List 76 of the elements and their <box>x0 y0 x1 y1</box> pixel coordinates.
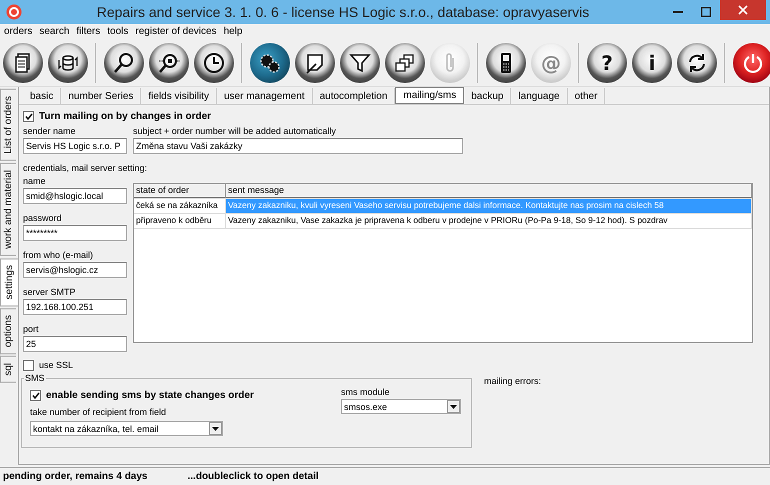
input-field[interactable]: smid@hslogic.local <box>23 188 127 204</box>
checkbox[interactable] <box>23 360 34 370</box>
menu-item[interactable]: filters <box>76 26 100 37</box>
toolbar-button[interactable] <box>486 42 526 82</box>
checkbox-label: enable sending sms by state changes order <box>46 390 254 400</box>
toolbar-button[interactable]: i <box>632 42 672 82</box>
input-field[interactable]: 25 <box>23 336 127 352</box>
column-header[interactable]: state of order <box>134 184 226 198</box>
window-title: Repairs and service 3. 1. 0. 6 - license HS Logic s.r.o., database: opravyaservis <box>96 4 590 20</box>
menu-item[interactable]: tools <box>107 26 128 37</box>
minimize-icon <box>673 11 683 13</box>
tab[interactable]: backup <box>464 88 512 104</box>
side-tab[interactable]: sql <box>0 356 16 384</box>
field-label: port <box>23 323 40 336</box>
tab[interactable]: number Series <box>61 88 142 104</box>
toolbar-button[interactable] <box>295 42 335 82</box>
field-label: password <box>23 212 63 225</box>
input-field[interactable]: ********* <box>23 225 127 241</box>
status-text: ...doubleclick to open detail <box>188 471 319 482</box>
toolbar-button[interactable] <box>733 42 770 82</box>
section-heading: credentials, mail server setting: <box>23 162 148 175</box>
tab[interactable]: basic <box>23 88 62 104</box>
input-field[interactable]: servis@hslogic.cz <box>23 262 127 278</box>
side-tab[interactable]: work and material <box>0 162 16 256</box>
field-label: mailing errors: <box>484 376 542 388</box>
toolbar-button[interactable] <box>194 42 234 82</box>
tab[interactable]: language <box>511 88 568 104</box>
menu-item[interactable]: search <box>39 26 70 37</box>
tab[interactable]: user management <box>216 88 313 104</box>
group-title: SMS <box>24 373 46 383</box>
side-tab[interactable]: settings <box>0 258 18 306</box>
checkbox-label: use SSL <box>39 358 74 372</box>
field-label: sms module <box>341 386 391 399</box>
toolbar-button[interactable] <box>340 42 380 82</box>
toolbar-button[interactable] <box>3 42 43 82</box>
checkbox[interactable] <box>30 390 41 400</box>
toolbar-button[interactable] <box>104 42 144 82</box>
clock-icon <box>202 50 226 74</box>
field-label: from who (e-mail) <box>23 249 94 262</box>
toolbar-button[interactable] <box>385 42 425 82</box>
dropdown[interactable]: kontakt na zákazníka, tel. email <box>30 421 223 436</box>
column-header[interactable]: sent message <box>226 184 752 198</box>
field-label: subject + order number will be added automatically <box>133 125 337 138</box>
toolbar-button[interactable] <box>250 42 290 82</box>
field-label: sender name <box>23 125 77 138</box>
field-label: take number of recipient from field <box>30 406 168 419</box>
toolbar-button[interactable] <box>677 42 717 82</box>
field-label: name <box>23 175 47 188</box>
input-field[interactable]: 192.168.100.251 <box>23 299 127 315</box>
toolbar-button[interactable] <box>48 42 88 82</box>
field-label: server SMTP <box>23 286 77 299</box>
toolbar-button[interactable] <box>149 42 189 82</box>
maximize-icon <box>701 7 711 17</box>
caret-icon <box>212 426 219 430</box>
table-cell[interactable]: připraveno k odběru <box>134 214 226 228</box>
checkbox-label: Turn mailing on by changes in order <box>39 110 212 122</box>
tab[interactable]: mailing/sms <box>395 87 464 104</box>
table-cell[interactable]: Vazeny zakazniku, Vase zakazka je pripravena k odberu v prodejne v PRIORu (Po-Pa 9-18, So 9-12 hod). S pozdrav <box>226 214 752 228</box>
dropdown[interactable]: smsos.exe <box>341 399 461 414</box>
close-icon <box>738 5 748 15</box>
app-icon <box>6 4 22 20</box>
side-tab[interactable]: options <box>0 308 16 354</box>
caret-icon <box>450 404 457 408</box>
input-field[interactable]: Servis HS Logic s.r.o. P <box>23 138 127 154</box>
status-text: pending order, remains 4 days <box>3 471 148 482</box>
menu-item[interactable]: help <box>224 26 242 37</box>
menu-item[interactable]: register of devices <box>135 26 217 37</box>
search-icon <box>112 50 136 74</box>
tab[interactable]: fields visibility <box>141 88 217 104</box>
checkbox[interactable] <box>23 110 34 122</box>
close-button[interactable] <box>720 0 766 20</box>
side-tab[interactable]: List of orders <box>0 89 16 161</box>
tab[interactable]: other <box>568 88 606 104</box>
toolbar-button[interactable]: ? <box>587 42 627 82</box>
input-field[interactable]: Změna stavu Vaši zakázky <box>133 138 463 154</box>
menu-item[interactable]: orders <box>4 26 32 37</box>
